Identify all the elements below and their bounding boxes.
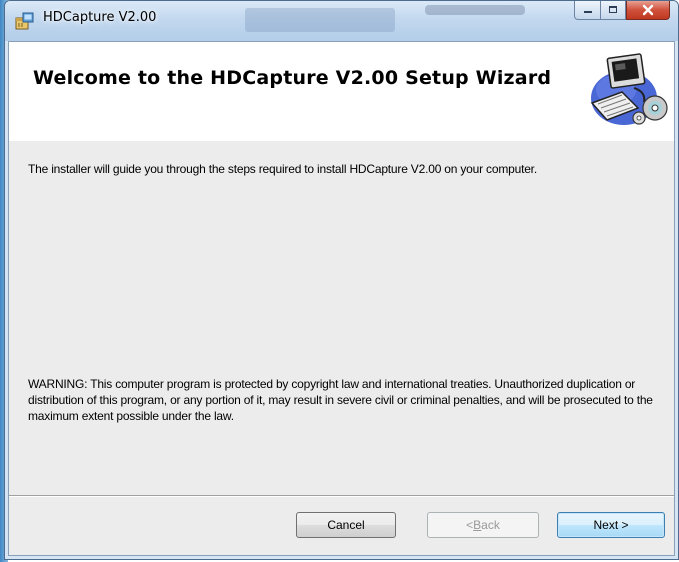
title-bar[interactable]: HDCapture V2.00 <box>5 1 678 41</box>
wizard-banner: Welcome to the HDCapture V2.00 Setup Wiz… <box>9 42 674 141</box>
intro-text: The installer will guide you through the… <box>28 162 537 176</box>
close-icon <box>642 4 654 16</box>
window-title: HDCapture V2.00 <box>43 10 157 25</box>
computer-setup-icon <box>590 53 668 125</box>
background-blur <box>245 8 395 32</box>
caption-buttons <box>574 1 670 21</box>
installer-icon <box>15 12 34 30</box>
wizard-client-area: Welcome to the HDCapture V2.00 Setup Wiz… <box>8 41 675 556</box>
next-button[interactable]: Next > <box>557 512 665 538</box>
cancel-button[interactable]: Cancel <box>296 512 396 538</box>
copyright-warning: WARNING: This computer program is protec… <box>28 377 653 423</box>
close-button[interactable] <box>626 1 670 20</box>
banner-title: Welcome to the HDCapture V2.00 Setup Wiz… <box>33 67 552 89</box>
back-button-mnemonic: B <box>473 518 482 532</box>
maximize-button[interactable] <box>600 1 626 20</box>
minimize-button[interactable] <box>574 1 600 20</box>
back-button[interactable]: < Back <box>427 512 539 538</box>
banner-divider <box>9 140 674 141</box>
background-blur <box>425 5 525 15</box>
back-button-prefix: < <box>466 518 474 532</box>
footer-divider <box>9 495 674 497</box>
setup-wizard-window: HDCapture V2.00 Welcome to the HDCapture… <box>4 0 679 560</box>
maximize-icon <box>609 6 617 13</box>
minimize-icon <box>583 11 592 13</box>
back-button-rest: ack <box>481 518 500 532</box>
